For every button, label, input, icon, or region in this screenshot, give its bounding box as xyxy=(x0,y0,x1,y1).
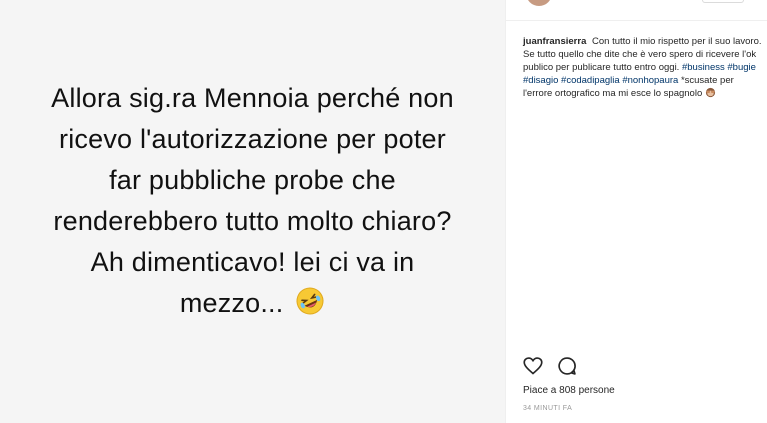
comment-button[interactable] xyxy=(557,356,577,381)
follow-button[interactable] xyxy=(702,0,744,3)
hashtag-disagio[interactable]: #disagio xyxy=(523,75,558,86)
hashtag-nonhopaura[interactable]: #nonhopaura xyxy=(622,75,678,86)
story-line-last: mezzo... xyxy=(0,283,505,324)
post-header xyxy=(506,0,767,21)
post-actions xyxy=(523,356,587,378)
post-caption: juanfransierra Con tutto il mio rispetto… xyxy=(523,35,763,100)
heart-icon xyxy=(523,357,543,375)
story-line: far pubbliche probe che xyxy=(109,165,396,195)
story-line: Ah dimenticavo! lei ci va in xyxy=(90,247,415,277)
see-no-evil-monkey-emoji-icon xyxy=(705,87,715,98)
comment-icon xyxy=(558,357,577,375)
story-text: Allora sig.ra Mennoia perché non ricevo … xyxy=(0,78,505,324)
story-line: Allora sig.ra Mennoia perché non xyxy=(51,83,454,113)
post-image: Allora sig.ra Mennoia perché non ricevo … xyxy=(0,0,505,423)
rolling-on-floor-laughing-emoji-icon xyxy=(296,287,324,315)
like-button[interactable] xyxy=(523,356,543,381)
story-line: mezzo... xyxy=(179,288,284,318)
avatar[interactable] xyxy=(526,0,552,6)
story-line: renderebbero tutto molto chiaro? xyxy=(53,206,452,236)
hashtag-business[interactable]: #business xyxy=(682,62,725,73)
post-sidebar: juanfransierra Con tutto il mio rispetto… xyxy=(506,0,767,423)
hashtag-codadipaglia[interactable]: #codadipaglia xyxy=(561,75,620,86)
hashtag-bugie[interactable]: #bugie xyxy=(727,62,756,73)
caption-username[interactable]: juanfransierra xyxy=(523,36,586,47)
likes-count[interactable]: Piace a 808 persone xyxy=(523,385,615,396)
post-timestamp[interactable]: 34 MINUTI FA xyxy=(523,405,572,412)
story-line: ricevo l'autorizzazione per poter xyxy=(59,124,446,154)
